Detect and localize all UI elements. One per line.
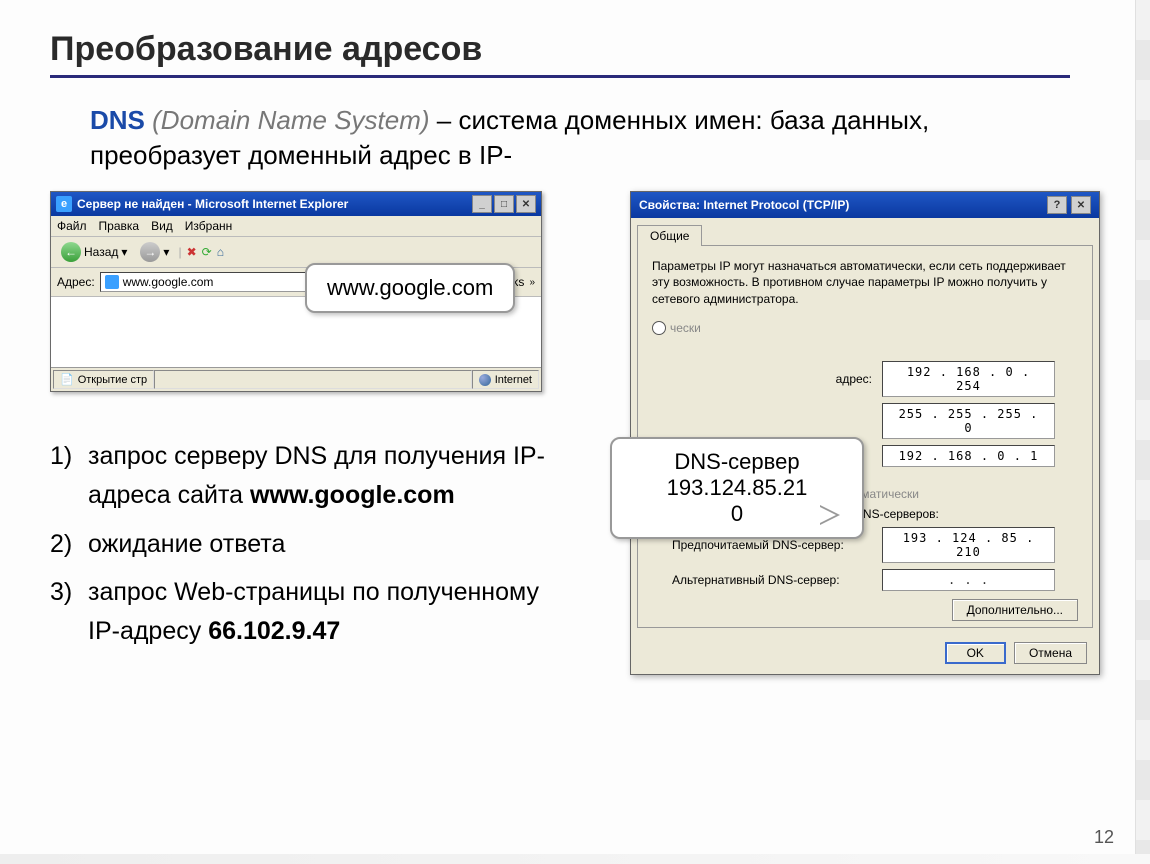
back-arrow-icon: ← [61, 242, 81, 262]
dns2-input[interactable]: . . . [882, 569, 1055, 591]
dns-full: (Domain Name System) [152, 105, 429, 135]
address-value: www.google.com [123, 275, 214, 289]
separator: | [178, 245, 181, 259]
forward-arrow-icon: → [140, 242, 160, 262]
dialog-titlebar: Свойства: Internet Protocol (TCP/IP) ? ✕ [631, 192, 1099, 218]
status-left: 📄 Открытие стр [53, 370, 154, 389]
mask-input[interactable]: 255 . 255 . 255 . 0 [882, 403, 1055, 439]
minimize-button[interactable]: _ [472, 195, 492, 213]
advanced-button[interactable]: Дополнительно... [952, 599, 1078, 621]
status-zone: Internet [472, 370, 539, 389]
menu-favorites[interactable]: Избранн [185, 219, 232, 233]
gateway-input[interactable]: 192 . 168 . 0 . 1 [882, 445, 1055, 467]
info-text: Параметры IP могут назначаться автоматич… [652, 258, 1078, 307]
page-icon: 📄 [60, 373, 74, 386]
browser-titlebar: e Сервер не найден - Microsoft Internet … [51, 192, 541, 216]
mask-row: Маска подсети: 255 . 255 . 255 . 0 [672, 403, 1078, 439]
slide-title: Преобразование адресов [50, 30, 1100, 69]
ie-icon: e [56, 196, 72, 212]
dns-abbr: DNS [90, 105, 145, 135]
browser-menubar: Файл Правка Вид Избранн [51, 216, 541, 237]
tcpip-dialog: Свойства: Internet Protocol (TCP/IP) ? ✕… [630, 191, 1100, 675]
ip-input[interactable]: 192 . 168 . 0 . 254 [882, 361, 1055, 397]
browser-title-text: Сервер не найден - Microsoft Internet Ex… [77, 197, 348, 211]
step-2: 2) ожидание ответа [50, 525, 570, 564]
ip-row: адрес: 192 . 168 . 0 . 254 [672, 361, 1078, 397]
dialog-close-button[interactable]: ✕ [1071, 196, 1091, 214]
step-3: 3) запрос Web-страницы по полученному IP… [50, 573, 570, 651]
dns2-label: Альтернативный DNS-сервер: [672, 573, 872, 587]
status-bar: 📄 Открытие стр Internet [51, 367, 541, 391]
globe-icon [479, 374, 491, 386]
title-underline [50, 75, 1070, 78]
radio-icon [652, 321, 666, 335]
dns1-label: Предпочитаемый DNS-сервер: [672, 538, 872, 552]
callout-url: www.google.com [305, 263, 515, 313]
cancel-button[interactable]: Отмена [1014, 642, 1087, 664]
bottom-decoration [0, 854, 1150, 864]
help-button[interactable]: ? [1047, 196, 1067, 214]
callout-tail [820, 505, 840, 525]
dns1-input[interactable]: 193 . 124 . 85 . 210 [882, 527, 1055, 563]
radio-auto-ip[interactable]: Получить IP-адрес автоматически чески [652, 321, 1078, 335]
status-spacer [154, 370, 472, 389]
address-label: Адрес: [57, 275, 95, 289]
forward-button[interactable]: → ▾ [136, 240, 173, 264]
maximize-button[interactable]: □ [494, 195, 514, 213]
menu-view[interactable]: Вид [151, 219, 173, 233]
ok-button[interactable]: OK [945, 642, 1006, 664]
home-icon[interactable]: ⌂ [217, 245, 224, 259]
step-1: 1) запрос серверу DNS для получения IP-а… [50, 437, 570, 515]
dialog-title-text: Свойства: Internet Protocol (TCP/IP) [639, 198, 849, 212]
ie-page-icon [105, 275, 119, 289]
refresh-icon[interactable]: ⟳ [202, 245, 212, 259]
page-number: 12 [1094, 827, 1114, 848]
dns2-row: Альтернативный DNS-сервер: . . . [672, 569, 1078, 591]
menu-file[interactable]: Файл [57, 219, 87, 233]
stop-icon[interactable]: ✖ [187, 245, 197, 259]
steps-list: 1) запрос серверу DNS для получения IP-а… [50, 437, 570, 651]
tab-general[interactable]: Общие [637, 225, 702, 246]
intro-text: DNS (Domain Name System) – система домен… [50, 103, 1100, 173]
side-decoration [1135, 0, 1150, 864]
menu-edit[interactable]: Правка [99, 219, 140, 233]
back-button[interactable]: ← Назад ▾ [57, 240, 131, 264]
close-button[interactable]: ✕ [516, 195, 536, 213]
